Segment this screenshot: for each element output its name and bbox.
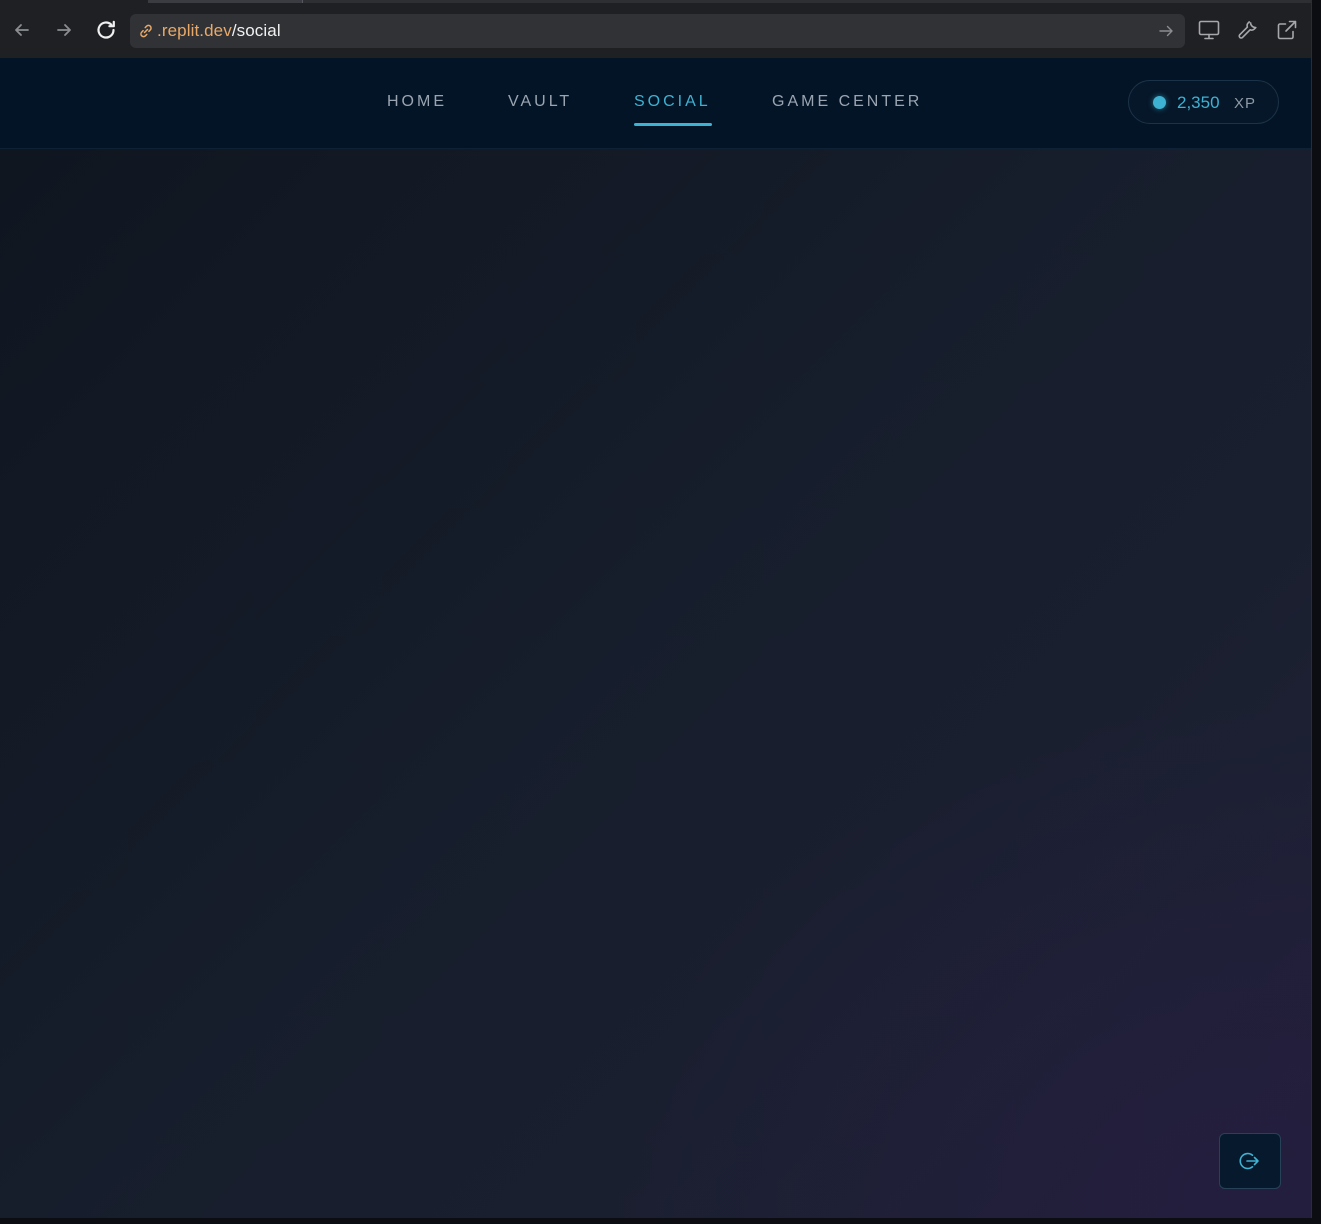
devices-button[interactable] (1197, 18, 1221, 42)
devtools-button[interactable] (1236, 18, 1260, 42)
active-nav-indicator (634, 123, 712, 126)
xp-value: 2,350 (1177, 93, 1220, 112)
reload-icon (97, 20, 115, 39)
link-icon (137, 22, 155, 40)
url-domain: .replit.dev (157, 21, 232, 40)
xp-unit: XP (1234, 95, 1257, 112)
back-button[interactable] (8, 16, 36, 44)
nav-vault[interactable]: VAULT (508, 93, 572, 111)
arrow-right-icon[interactable] (1157, 22, 1175, 40)
monitor-icon (1198, 20, 1220, 40)
nav-game-center[interactable]: GAME CENTER (772, 93, 922, 111)
nav-social[interactable]: SOCIAL (634, 93, 711, 111)
xp-badge: 2,350 XP (1128, 80, 1279, 124)
browser-window: .replit.dev/social HOME VAULT SOCIAL GAM… (0, 0, 1312, 1218)
tab-strip (148, 0, 1311, 3)
window-bottom-edge (0, 1218, 1321, 1224)
url-text: .replit.dev/social (157, 21, 281, 41)
reload-button[interactable] (92, 16, 120, 44)
app-header: HOME VAULT SOCIAL GAME CENTER 2,350 XP (0, 58, 1311, 149)
wrench-icon (1238, 20, 1257, 39)
external-link-icon (1277, 20, 1297, 40)
logout-icon (1239, 1152, 1259, 1170)
address-bar[interactable]: .replit.dev/social (130, 14, 1185, 48)
arrow-right-icon (57, 24, 71, 36)
arrow-left-icon (15, 24, 29, 36)
browser-toolbar: .replit.dev/social (0, 0, 1311, 58)
logout-button[interactable] (1219, 1133, 1281, 1189)
nav-home[interactable]: HOME (387, 93, 447, 111)
forward-button[interactable] (50, 16, 78, 44)
open-external-button[interactable] (1275, 18, 1299, 42)
browser-tab[interactable] (148, 0, 303, 3)
social-page-content (0, 149, 1311, 1218)
url-path: /social (231, 21, 281, 40)
xp-dot-icon (1153, 96, 1166, 109)
